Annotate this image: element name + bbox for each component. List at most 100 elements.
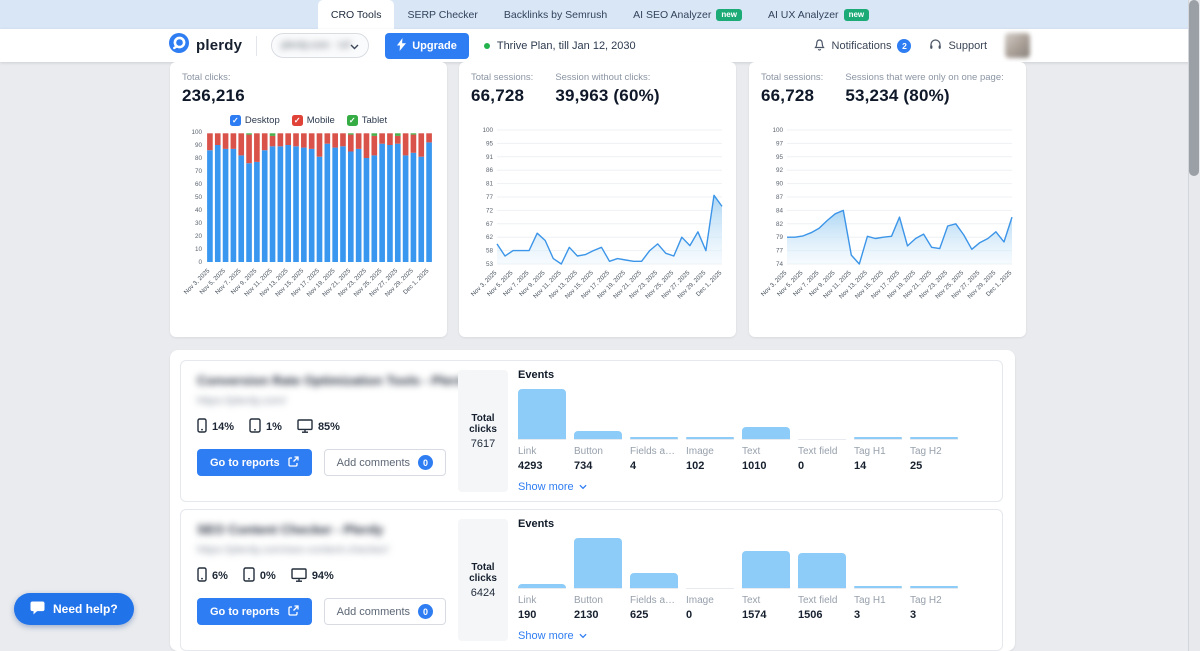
add-comments-button[interactable]: Add comments 0	[324, 598, 446, 625]
show-more-link[interactable]: Show more	[518, 481, 587, 493]
event-bar-area	[854, 388, 902, 440]
need-help-button[interactable]: Need help?	[14, 593, 134, 625]
desktop-stat: 85%	[297, 419, 340, 436]
report-url-blurred: https://plerdy.com/seo-content-checker/	[197, 544, 389, 556]
show-more-link[interactable]: Show more	[518, 630, 587, 642]
go-to-reports-label: Go to reports	[210, 457, 280, 469]
stat-label: Total sessions:	[761, 72, 823, 83]
svg-text:60: 60	[195, 181, 203, 188]
tab-ai-seo-analyzer[interactable]: AI SEO Analyzer new	[620, 0, 755, 29]
top-tabs-bar: CRO Tools SERP CheckerBacklinks by Semrus…	[0, 0, 1200, 29]
event-value: 102	[686, 460, 734, 472]
event-column-fields-and-f-: Fields and f...4	[630, 388, 678, 472]
event-label: Link	[518, 595, 566, 606]
svg-text:95: 95	[776, 154, 784, 161]
report-card: Conversion Rate Optimization Tools - Ple…	[180, 360, 1003, 502]
event-column-text: Text1574	[742, 537, 790, 621]
legend-item-tablet[interactable]: ✓Tablet	[347, 115, 387, 126]
plan-active-dot	[484, 43, 490, 49]
total-clicks-panel: Total clicks 6424	[458, 519, 508, 641]
add-comments-label: Add comments	[337, 457, 410, 469]
report-card: SEO Content Checker - Plerdy https://ple…	[180, 509, 1003, 651]
tabs-group: CRO Tools SERP CheckerBacklinks by Semrus…	[318, 0, 882, 29]
total-clicks-value: 236,216	[182, 86, 435, 106]
tab-label: CRO Tools	[331, 9, 382, 21]
go-to-reports-button[interactable]: Go to reports	[197, 598, 312, 625]
stat-value: 66,728	[761, 86, 823, 106]
phone-icon	[197, 567, 207, 585]
go-to-reports-button[interactable]: Go to reports	[197, 449, 312, 476]
legend-item-desktop[interactable]: ✓ Desktop	[230, 115, 280, 126]
event-label: Tag H1	[854, 446, 902, 457]
event-column-tag-h2: Tag H225	[910, 388, 958, 472]
event-bar-area	[574, 537, 622, 589]
notifications-button[interactable]: Notifications 2	[813, 37, 912, 54]
site-dropdown[interactable]: plerdy.com · UA	[271, 33, 369, 58]
desktop-percent: 85%	[318, 421, 340, 433]
event-bar	[854, 586, 902, 588]
event-value: 0	[798, 460, 846, 472]
event-bar-area	[742, 537, 790, 589]
tab-ai-ux-analyzer[interactable]: AI UX Analyzernew	[755, 0, 882, 29]
tablet-stat: 0%	[243, 567, 276, 585]
event-bar-area	[910, 388, 958, 440]
scrollbar-track[interactable]	[1188, 0, 1200, 651]
event-bar-area	[630, 388, 678, 440]
stat-label: Session without clicks:	[555, 72, 659, 83]
legend-label: Desktop	[245, 115, 280, 126]
sessions-without-clicks-card: Total sessions: 66,728 Session without c…	[459, 62, 736, 337]
upgrade-button[interactable]: Upgrade	[385, 33, 469, 59]
event-label: Tag H1	[854, 595, 902, 606]
avatar[interactable]	[1005, 33, 1030, 58]
tab-serp-checker[interactable]: SERP Checker	[394, 0, 490, 29]
events-block: Events Link190Button2130Fields and f...6…	[518, 518, 988, 642]
stat-label: Sessions that were only on one page:	[845, 72, 1003, 83]
stat-value: 53,234 (80%)	[845, 86, 1003, 106]
event-label: Text	[742, 595, 790, 606]
events-title: Events	[518, 369, 988, 381]
tab-label: AI SEO Analyzer	[633, 9, 711, 21]
event-value: 625	[630, 609, 678, 621]
total-clicks-panel-value: 7617	[471, 438, 495, 450]
plerdy-logo[interactable]: plerdy	[168, 32, 242, 59]
event-value: 734	[574, 460, 622, 472]
legend-checkbox[interactable]: ✓	[230, 115, 241, 126]
event-value: 4293	[518, 460, 566, 472]
svg-text:40: 40	[195, 207, 203, 214]
legend-item-mobile[interactable]: ✓Mobile	[292, 115, 335, 126]
event-value: 190	[518, 609, 566, 621]
total-clicks-panel: Total clicks 7617	[458, 370, 508, 492]
chevron-down-icon	[350, 37, 359, 55]
total-clicks-label: Total clicks:	[182, 72, 435, 83]
svg-text:84: 84	[776, 207, 784, 214]
event-label: Text field	[798, 446, 846, 457]
headset-icon	[929, 38, 942, 54]
new-badge: new	[716, 9, 742, 21]
tab-cro-tools[interactable]: CRO Tools	[318, 0, 395, 29]
upgrade-label: Upgrade	[412, 40, 457, 52]
event-label: Fields and f...	[630, 595, 678, 606]
scrollbar-thumb[interactable]	[1189, 0, 1199, 176]
event-label: Button	[574, 446, 622, 457]
event-column-tag-h1: Tag H1 14	[854, 388, 902, 472]
site-dropdown-value: plerdy.com · UA	[281, 40, 350, 51]
report-title-blurred: SEO Content Checker - Plerdy	[197, 522, 383, 537]
svg-text:81: 81	[486, 181, 494, 188]
event-value: 2130	[574, 609, 622, 621]
clicks-by-device-bar-chart: 0102030405060708090100Nov 3, 2025Nov 5, …	[182, 126, 435, 322]
comments-count-badge: 0	[418, 455, 433, 470]
event-bar	[854, 437, 902, 439]
event-column-link: Link 190	[518, 537, 566, 621]
stat-total-sessions: Total sessions: 66,728	[761, 72, 823, 106]
stat-total-sessions: Total sessions: 66,728	[471, 72, 533, 106]
desktop-icon	[297, 419, 313, 436]
legend-checkbox[interactable]: ✓	[292, 115, 303, 126]
event-value: 14	[854, 460, 902, 472]
support-button[interactable]: Support	[929, 38, 987, 54]
tab-backlinks-by-semrush[interactable]: Backlinks by Semrush	[491, 0, 620, 29]
legend-checkbox[interactable]: ✓	[347, 115, 358, 126]
add-comments-button[interactable]: Add comments 0	[324, 449, 446, 476]
svg-text:0: 0	[198, 259, 202, 266]
svg-text:100: 100	[482, 127, 493, 134]
plan-text: Thrive Plan, till Jan 12, 2030	[497, 40, 636, 52]
